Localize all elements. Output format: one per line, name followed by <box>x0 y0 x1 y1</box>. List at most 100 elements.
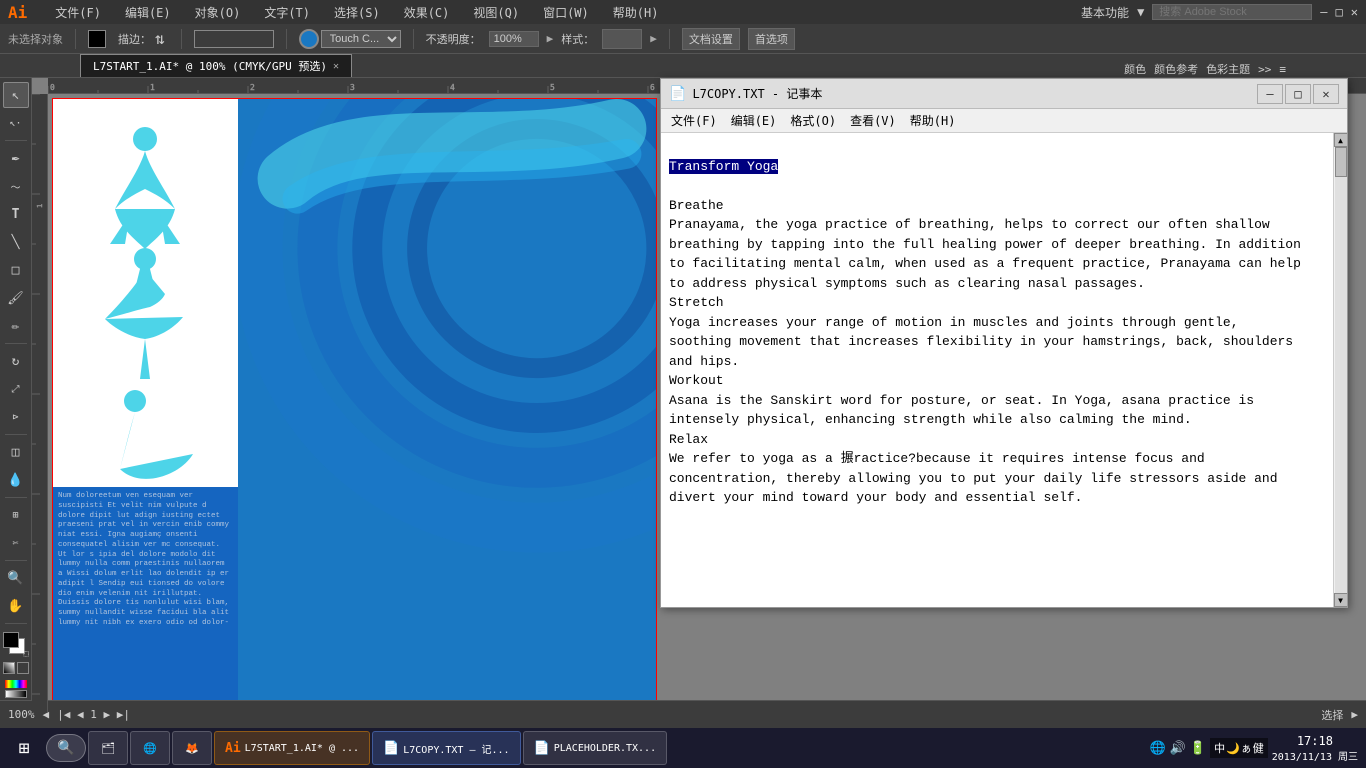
notepad-menu-file[interactable]: 文件(F) <box>665 110 723 131</box>
notepad-menu-edit[interactable]: 编辑(E) <box>725 110 783 131</box>
opacity-arrow[interactable]: ▶ <box>547 32 554 45</box>
taskbar-notepad-btn[interactable]: 📄 L7COPY.TXT – 记... <box>372 731 521 765</box>
battery-icon[interactable]: 🔋 <box>1190 741 1206 756</box>
color-guide-label[interactable]: 颜色参考 <box>1154 61 1198 77</box>
menu-effect[interactable]: 效果(C) <box>400 2 454 23</box>
window-minimize-btn[interactable]: — <box>1320 5 1327 19</box>
doc-settings-btn[interactable]: 文档设置 <box>682 28 740 50</box>
width-tool[interactable]: ⊳ <box>3 404 29 430</box>
touch-icon <box>299 29 319 49</box>
notepad-minimize-btn[interactable]: — <box>1257 84 1283 104</box>
artboard[interactable]: Num doloreetum ven esequam ver suscipist… <box>52 98 657 712</box>
eyedropper-tool[interactable]: 💧 <box>3 467 29 493</box>
selection-tool[interactable]: ↖ <box>3 82 29 108</box>
content-workout-heading: Workout <box>669 373 724 388</box>
page-next-btn[interactable]: ▶| <box>117 708 130 721</box>
menu-window[interactable]: 窗口(W) <box>539 2 593 23</box>
preferences-btn[interactable]: 首选项 <box>748 28 795 50</box>
notepad-content[interactable]: Transform Yoga Breathe Pranayama, the yo… <box>661 133 1333 607</box>
artboard-tool[interactable]: ⊞ <box>3 502 29 528</box>
menu-select[interactable]: 选择(S) <box>330 2 384 23</box>
page-prev-btn[interactable]: |◀ <box>57 708 70 721</box>
adobe-stock-search[interactable] <box>1152 4 1312 20</box>
opacity-input[interactable] <box>489 31 539 47</box>
notepad-menu-view[interactable]: 查看(V) <box>844 110 902 131</box>
scroll-up-btn[interactable]: ▲ <box>1334 133 1348 147</box>
pencil-tool[interactable]: ✏ <box>3 313 29 339</box>
style-swatch[interactable] <box>602 29 642 49</box>
taskbar-files-btn[interactable]: 🗂 <box>88 731 128 765</box>
fill-color-swatch[interactable] <box>88 30 106 48</box>
curvature-tool[interactable]: 〜 <box>3 173 29 199</box>
page-next-step[interactable]: ▶ <box>104 708 111 721</box>
pen-tool[interactable]: ✒ <box>3 145 29 171</box>
rotate-tool[interactable]: ↻ <box>3 348 29 374</box>
status-label: 选择 <box>1321 707 1343 723</box>
stroke-arrows[interactable]: ⇅ <box>155 29 165 48</box>
swatch-reset[interactable]: ⬚ <box>24 649 29 658</box>
placeholder-icon: 📄 <box>534 741 550 756</box>
ime-indicator[interactable]: 中 🌙 ぁ 健 <box>1210 738 1268 758</box>
window-restore-btn[interactable]: □ <box>1336 5 1343 19</box>
stroke-swatch-small[interactable] <box>17 662 29 674</box>
rect-tool[interactable]: □ <box>3 257 29 283</box>
status-arrows[interactable]: ▶ <box>1351 708 1358 721</box>
notepad-restore-btn[interactable]: □ <box>1285 84 1311 104</box>
color-mode-indicator[interactable] <box>5 680 27 688</box>
type-tool[interactable]: T <box>3 201 29 227</box>
panel-expand-btn[interactable]: >> <box>1258 63 1271 76</box>
scroll-track <box>1335 147 1347 593</box>
tool-separator-5 <box>5 560 27 561</box>
color-panel-label[interactable]: 颜色 <box>1124 61 1146 77</box>
slice-tool[interactable]: ✄ <box>3 530 29 556</box>
color-theme-label[interactable]: 色彩主题 <box>1206 61 1250 77</box>
taskbar-placeholder-btn[interactable]: 📄 PLACEHOLDER.TX... <box>523 731 668 765</box>
start-button[interactable]: ⊞ <box>4 731 44 765</box>
fill-none-indicator[interactable] <box>3 662 15 674</box>
placeholder-label: PLACEHOLDER.TX... <box>554 743 656 754</box>
style-arrow[interactable]: ▶ <box>650 32 657 45</box>
ime-health: 健 <box>1253 740 1264 756</box>
tool-separator-1 <box>5 140 27 141</box>
svg-text:5: 5 <box>550 83 555 92</box>
speaker-icon[interactable]: 🔊 <box>1170 741 1186 756</box>
content-relax-body: We refer to yoga as a 搌ractice?because i… <box>669 451 1278 505</box>
notepad-menu-format[interactable]: 格式(O) <box>784 110 842 131</box>
paintbrush-tool[interactable]: 🖌 <box>3 285 29 311</box>
scroll-thumb[interactable] <box>1335 147 1347 177</box>
zoom-tool[interactable]: 🔍 <box>3 565 29 591</box>
taskbar-edge-btn[interactable]: 🌐 <box>130 731 170 765</box>
taskbar-ai-btn[interactable]: Ai L7START_1.AI* @ ... <box>214 731 370 765</box>
touch-dropdown[interactable]: Touch C... <box>321 30 401 48</box>
panel-options-btn[interactable]: ≡ <box>1279 63 1286 76</box>
menu-help[interactable]: 帮助(H) <box>609 2 663 23</box>
workspace-label[interactable]: 基本功能 <box>1081 4 1129 21</box>
menu-file[interactable]: 文件(F) <box>51 2 105 23</box>
window-close-btn[interactable]: ✕ <box>1351 5 1358 19</box>
foreground-swatch[interactable] <box>3 632 19 648</box>
tab-close-btn[interactable]: ✕ <box>333 61 339 72</box>
taskbar-firefox-btn[interactable]: 🦊 <box>172 731 212 765</box>
notepad-scrollbar[interactable]: ▲ ▼ <box>1333 133 1347 607</box>
menu-view[interactable]: 视图(Q) <box>469 2 523 23</box>
color-swatches[interactable]: ⬚ <box>3 632 29 658</box>
line-tool[interactable]: ╲ <box>3 229 29 255</box>
hand-tool[interactable]: ✋ <box>3 593 29 619</box>
taskbar-search-btn[interactable]: 🔍 <box>46 734 86 762</box>
gradient-tool[interactable]: ◫ <box>3 439 29 465</box>
document-tab[interactable]: L7START_1.AI* @ 100% (CMYK/GPU 预选) ✕ <box>80 54 352 77</box>
clock[interactable]: 17:18 2013/11/13 周三 <box>1272 734 1358 763</box>
notepad-close-btn[interactable]: ✕ <box>1313 84 1339 104</box>
scale-tool[interactable]: ⤢ <box>3 376 29 402</box>
gradient-indicator[interactable] <box>5 690 27 698</box>
notepad-menu-help[interactable]: 帮助(H) <box>904 110 962 131</box>
page-prev-step[interactable]: ◀ <box>77 708 84 721</box>
menu-text[interactable]: 文字(T) <box>260 2 314 23</box>
content-title-selected: Transform Yoga <box>669 159 778 174</box>
network-icon[interactable]: 🌐 <box>1150 741 1166 756</box>
scroll-down-btn[interactable]: ▼ <box>1334 593 1348 607</box>
menu-edit[interactable]: 编辑(E) <box>121 2 175 23</box>
toolbar-divider-3 <box>286 29 287 49</box>
menu-object[interactable]: 对象(O) <box>191 2 245 23</box>
direct-selection-tool[interactable]: ↖· <box>3 110 29 136</box>
